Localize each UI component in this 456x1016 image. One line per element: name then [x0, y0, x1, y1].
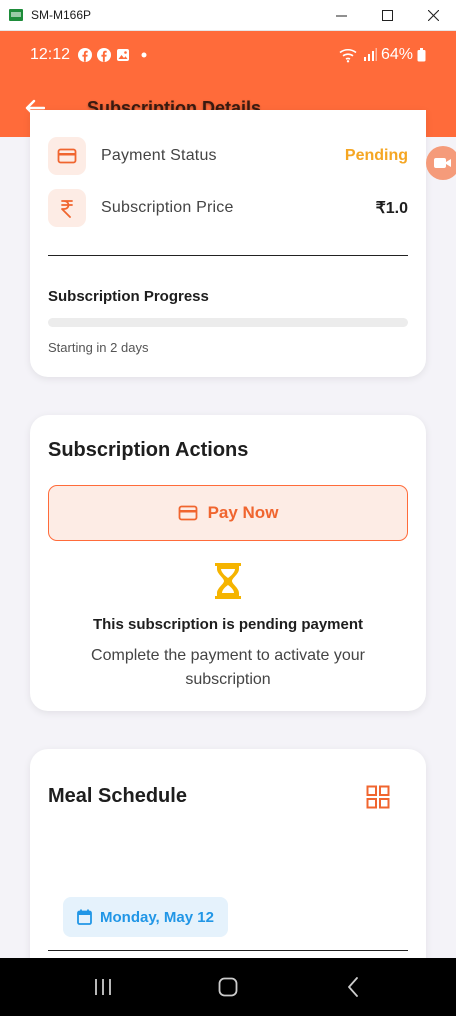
back-nav-button[interactable] [323, 967, 383, 1007]
grid-icon [366, 785, 390, 809]
home-icon [218, 977, 238, 997]
minimize-button[interactable] [318, 0, 364, 31]
credit-card-icon [178, 505, 197, 521]
recent-apps-button[interactable] [73, 967, 133, 1007]
pending-message: Complete the payment to activate your su… [91, 647, 365, 688]
image-icon [116, 48, 130, 62]
calendar-icon [77, 909, 92, 925]
close-button[interactable] [410, 0, 456, 31]
minimize-icon [335, 15, 347, 16]
pending-title: This subscription is pending payment [92, 616, 364, 633]
facebook-icon [97, 48, 112, 62]
subscription-price-row: Subscription Price ₹1.0 [48, 188, 408, 228]
meal-schedule-title: Meal Schedule [48, 785, 187, 807]
date-chip-label: Monday, May 12 [100, 908, 214, 926]
recent-apps-icon [94, 979, 111, 995]
schedule-divider [48, 950, 408, 951]
maximize-button[interactable] [364, 0, 410, 31]
pay-now-button[interactable]: Pay Now [48, 485, 408, 541]
video-camera-icon [434, 158, 451, 168]
dot-icon [141, 52, 147, 58]
actions-title: Subscription Actions [48, 439, 249, 461]
subscription-progress-bar [48, 318, 408, 327]
payment-status-value: Pending [344, 147, 408, 164]
navigation-bar [0, 958, 456, 1016]
app-logo-icon [9, 9, 23, 21]
subscription-actions-card: Subscription Actions Pay Now This subscr… [30, 415, 426, 711]
hourglass-icon [30, 563, 426, 599]
close-icon [427, 9, 439, 21]
facebook-icon [78, 48, 93, 62]
payment-status-row: Payment Status Pending [48, 136, 408, 176]
chevron-left-icon [348, 977, 359, 997]
status-bar: 12:12 64% [0, 31, 456, 79]
status-right: 64% [339, 46, 426, 64]
payment-card-icon [48, 137, 86, 175]
details-divider [48, 255, 408, 256]
floating-camera-button[interactable] [426, 146, 456, 180]
subscription-details-card: Payment Status Pending Subscription Pric… [30, 110, 426, 377]
subscription-price-label: Subscription Price [101, 199, 234, 216]
payment-status-label: Payment Status [101, 147, 217, 164]
window-title-bar: SM-M166P [0, 0, 456, 31]
home-button[interactable] [198, 967, 258, 1007]
subscription-price-value: ₹1.0 [375, 200, 408, 217]
pay-now-label: Pay Now [207, 503, 279, 522]
rupee-icon [48, 189, 86, 227]
battery-icon [417, 48, 426, 62]
window-title: SM-M166P [31, 8, 92, 22]
window-controls [318, 0, 456, 31]
battery-percent: 64% [380, 46, 413, 63]
grid-view-button[interactable] [366, 785, 390, 809]
maximize-icon [381, 9, 393, 21]
progress-title: Subscription Progress [48, 288, 209, 305]
progress-note: Starting in 2 days [48, 340, 149, 355]
date-chip[interactable]: Monday, May 12 [63, 897, 228, 937]
wifi-icon [339, 48, 357, 63]
signal-icon [363, 48, 377, 61]
status-time: 12:12 [30, 46, 71, 63]
